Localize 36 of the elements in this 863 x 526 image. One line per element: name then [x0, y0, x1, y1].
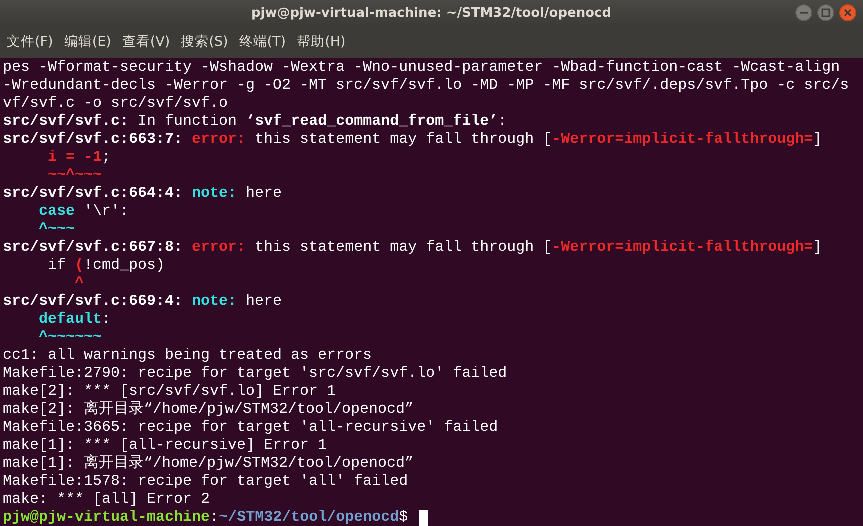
- terminal-line: make: *** [all] Error 2: [3, 491, 210, 509]
- menu-item[interactable]: 编辑(E): [64, 31, 112, 53]
- terminal-line: make[2]: *** [src/svf/svf.lo] Error 1: [3, 383, 336, 400]
- terminal-line: Makefile:2790: recipe for target 'src/svf/svf.lo' failed: [3, 365, 508, 383]
- terminal-line: case '\r':: [38, 203, 130, 221]
- terminal-line: ^: [74, 275, 84, 293]
- menu-item[interactable]: 查看(V): [122, 31, 170, 53]
- prompt-line: pjw@pjw-virtual-machine:~/STM32/tool/openocd$: [3, 509, 410, 526]
- terminal-line: cc1: all warnings being treated as errors: [3, 347, 372, 365]
- window-title: pjw@pjw-virtual-machine: ~/STM32/tool/openocd: [251, 6, 612, 20]
- terminal-line: src/svf/svf.c:669:4: note: here: [3, 293, 282, 311]
- terminal-line: make[1]: 离开目录“/home/pjw/STM32/tool/openocd”: [3, 455, 414, 473]
- terminal-line: Makefile:3665: recipe for target 'all-recursive' failed: [3, 419, 498, 437]
- minimize-icon[interactable]: [795, 4, 813, 22]
- terminal-line: src/svf/svf.c:663:7: error: this statement may fall through [-Werror=implicit-fallthrough=]: [3, 131, 822, 149]
- terminal-line: make[2]: 离开目录“/home/pjw/STM32/tool/openocd”: [3, 401, 414, 419]
- terminal-line: make[1]: *** [all-recursive] Error 1: [3, 437, 328, 454]
- terminal-line: if (!cmd_pos): [47, 257, 166, 275]
- maximize-icon[interactable]: [817, 4, 835, 22]
- terminal-line: default:: [38, 311, 112, 329]
- terminal-line: ~~^~~~: [47, 167, 102, 185]
- terminal-line: src/svf/svf.c:667:8: error: this statement may fall through [-Werror=implicit-fallthrough=]: [3, 239, 822, 257]
- terminal-line: src/svf/svf.c: In function ‘svf_read_command_from_file’:: [3, 113, 508, 131]
- menu-item[interactable]: 帮助(H): [297, 31, 346, 53]
- terminal-line: src/svf/svf.c:664:4: note: here: [3, 185, 282, 203]
- menu-item[interactable]: 搜索(S): [181, 31, 228, 53]
- menu-item[interactable]: 终端(T): [239, 31, 286, 53]
- terminal-line: Makefile:1578: recipe for target 'all' failed: [3, 473, 408, 491]
- terminal-line: ^~~~: [38, 221, 76, 239]
- terminal-line: -Wredundant-decls -Werror -g -O2 -MT src/svf/svf.lo -MD -MP -MF src/svf/.deps/svf.Tpo -c src/s: [3, 77, 850, 95]
- terminal-line: vf/svf.c -o src/svf/svf.o: [3, 95, 228, 113]
- close-icon[interactable]: [839, 4, 857, 22]
- terminal-line: ^~~~~~~: [38, 329, 102, 347]
- menu-item[interactable]: 文件(F): [7, 31, 54, 53]
- terminal-line: i = -1;: [47, 149, 112, 167]
- terminal-line: pes -Wformat-security -Wshadow -Wextra -Wno-unused-parameter -Wbad-function-cast -Wcast-align: [3, 59, 840, 77]
